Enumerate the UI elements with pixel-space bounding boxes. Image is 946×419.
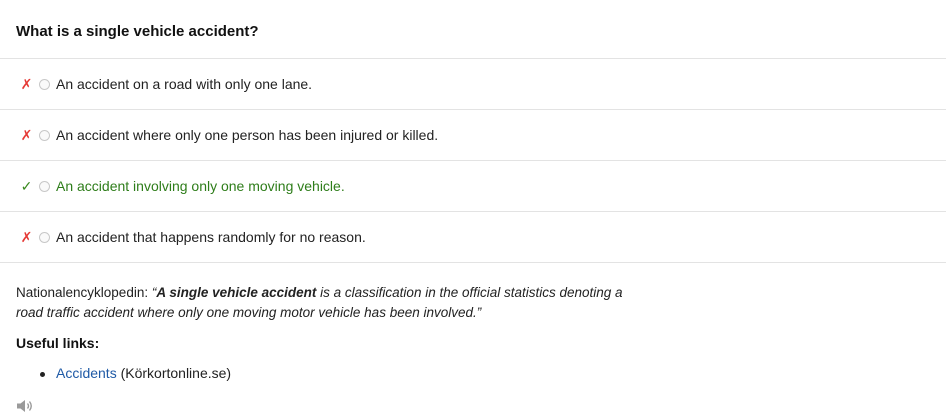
answer-option[interactable]: ✗ An accident where only one person has … — [0, 110, 946, 161]
answer-text: An accident where only one person has be… — [56, 127, 439, 143]
answer-option[interactable]: ✗ An accident on a road with only one la… — [0, 59, 946, 110]
wrong-mark-icon: ✗ — [20, 229, 33, 245]
radio-button[interactable] — [39, 78, 50, 90]
answer-list: ✗ An accident on a road with only one la… — [0, 58, 946, 263]
question-page: What is a single vehicle accident? ✗ An … — [0, 0, 946, 419]
accidents-link[interactable]: Accidents — [56, 365, 117, 381]
wrong-mark-icon: ✗ — [20, 127, 33, 143]
list-item: Accidents (Körkortonline.se) — [40, 365, 231, 381]
radio-button[interactable] — [39, 180, 50, 192]
explanation: Nationalencyklopedin: “A single vehicle … — [16, 283, 646, 323]
radio-button[interactable] — [39, 129, 50, 141]
question-title: What is a single vehicle accident? — [16, 23, 259, 40]
explanation-source: Nationalencyklopedin: — [16, 285, 152, 300]
wrong-mark-icon: ✗ — [20, 76, 33, 92]
quote-term: A single vehicle accident — [156, 285, 317, 300]
radio-button[interactable] — [39, 231, 50, 243]
link-source: (Körkortonline.se) — [116, 365, 232, 381]
answer-text: An accident involving only one moving ve… — [56, 178, 345, 194]
answer-option-correct[interactable]: ✓ An accident involving only one moving … — [0, 161, 946, 212]
useful-links-list: Accidents (Körkortonline.se) — [40, 365, 231, 381]
answer-option[interactable]: ✗ An accident that happens randomly for … — [0, 212, 946, 263]
answer-text: An accident on a road with only one lane… — [56, 76, 313, 92]
useful-links-heading: Useful links: — [16, 335, 100, 351]
check-mark-icon: ✓ — [20, 178, 33, 194]
quote-close: ” — [476, 305, 482, 320]
speaker-icon[interactable] — [16, 398, 36, 414]
answer-text: An accident that happens randomly for no… — [56, 229, 366, 245]
